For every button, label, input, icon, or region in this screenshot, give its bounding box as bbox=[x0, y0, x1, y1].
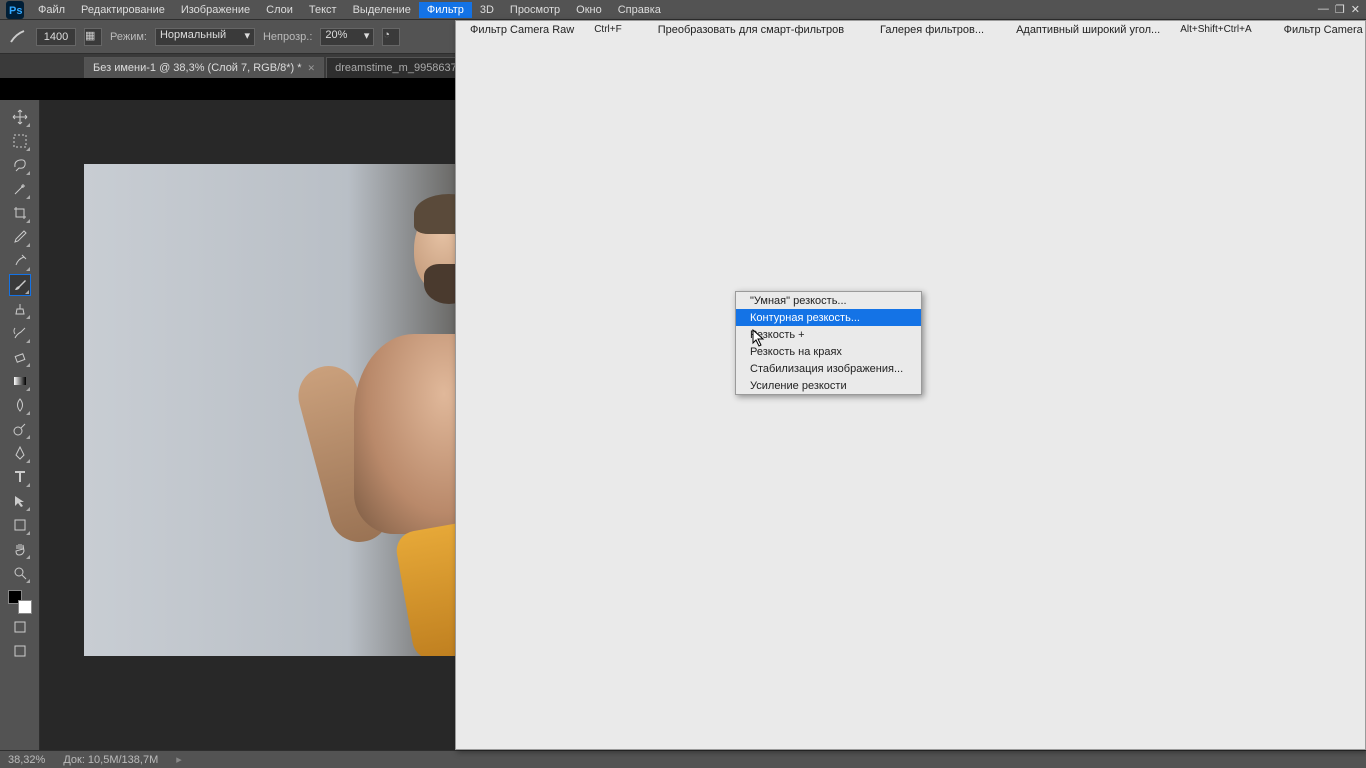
menu-выделение[interactable]: Выделение bbox=[345, 2, 419, 18]
menubar: Ps ФайлРедактированиеИзображениеСлоиТекс… bbox=[0, 0, 1366, 20]
menu-item[interactable]: Стабилизация изображения... bbox=[736, 360, 921, 377]
dodge-tool[interactable] bbox=[9, 418, 31, 440]
menu-item[interactable]: Резкость + bbox=[736, 326, 921, 343]
hand-tool[interactable] bbox=[9, 538, 31, 560]
pen-tool[interactable] bbox=[9, 442, 31, 464]
window-minimize[interactable]: — bbox=[1318, 3, 1329, 16]
path-select-tool[interactable] bbox=[9, 490, 31, 512]
status-bar: 38,32% Док: 10,5M/138,7M ▸ bbox=[0, 750, 1366, 768]
menu-item[interactable]: Преобразовать для смарт-фильтров bbox=[644, 21, 862, 38]
menu-item[interactable]: "Умная" резкость... bbox=[736, 292, 921, 309]
zoom-level[interactable]: 38,32% bbox=[8, 754, 45, 766]
svg-text:Ps: Ps bbox=[9, 5, 22, 17]
screenmode-toggle[interactable] bbox=[9, 640, 31, 662]
menu-окно[interactable]: Окно bbox=[568, 2, 610, 18]
menu-фильтр[interactable]: Фильтр bbox=[419, 2, 472, 18]
lasso-tool[interactable] bbox=[9, 154, 31, 176]
type-tool[interactable] bbox=[9, 466, 31, 488]
menu-редактирование[interactable]: Редактирование bbox=[73, 2, 173, 18]
eraser-tool[interactable] bbox=[9, 346, 31, 368]
shape-tool[interactable] bbox=[9, 514, 31, 536]
quickmask-toggle[interactable] bbox=[9, 616, 31, 638]
menu-item[interactable]: Резкость на краях bbox=[736, 343, 921, 360]
window-restore[interactable]: ❐ bbox=[1335, 3, 1345, 16]
wand-tool[interactable] bbox=[9, 178, 31, 200]
crop-tool[interactable] bbox=[9, 202, 31, 224]
window-close[interactable]: ✕ bbox=[1351, 3, 1360, 16]
menu-3d[interactable]: 3D bbox=[472, 2, 502, 18]
menu-item[interactable]: Контурная резкость... bbox=[736, 309, 921, 326]
doc-size-readout[interactable]: Док: 10,5M/138,7M bbox=[63, 754, 158, 766]
menu-файл[interactable]: Файл bbox=[30, 2, 73, 18]
menu-item[interactable]: Галерея фильтров... bbox=[866, 21, 1002, 38]
menu-справка[interactable]: Справка bbox=[610, 2, 669, 18]
menu-item[interactable]: Усиление резкости bbox=[736, 377, 921, 394]
healing-tool[interactable] bbox=[9, 250, 31, 272]
brush-tool[interactable] bbox=[9, 274, 31, 296]
menu-просмотр[interactable]: Просмотр bbox=[502, 2, 568, 18]
marquee-tool[interactable] bbox=[9, 130, 31, 152]
brush-size-input[interactable]: 1400 bbox=[36, 28, 76, 46]
tab-close-icon[interactable]: ✕ bbox=[308, 63, 316, 74]
tablet-pressure-icon[interactable]: ▦ bbox=[84, 28, 102, 46]
fg-bg-color[interactable] bbox=[8, 590, 32, 614]
tools-panel bbox=[0, 100, 40, 750]
menu-item[interactable]: Адаптивный широкий угол...Alt+Shift+Ctrl… bbox=[1002, 21, 1270, 38]
menu-item[interactable]: Фильтр Camera RawCtrl+F bbox=[456, 21, 640, 38]
menu-текст[interactable]: Текст bbox=[301, 2, 345, 18]
app-logo: Ps bbox=[6, 1, 24, 19]
gradient-tool[interactable] bbox=[9, 370, 31, 392]
opacity-label: Непрозр.: bbox=[263, 31, 312, 43]
menu-слои[interactable]: Слои bbox=[258, 2, 301, 18]
opacity-select[interactable]: 20% bbox=[320, 28, 374, 46]
blur-tool[interactable] bbox=[9, 394, 31, 416]
stamp-tool[interactable] bbox=[9, 298, 31, 320]
menu-изображение[interactable]: Изображение bbox=[173, 2, 258, 18]
menu-item[interactable]: Фильтр Camera Raw...Shift+Ctrl+A bbox=[1270, 21, 1366, 38]
move-tool[interactable] bbox=[9, 106, 31, 128]
sharpen-submenu-dropdown: "Умная" резкость...Контурная резкость...… bbox=[735, 291, 922, 395]
blend-mode-select[interactable]: Нормальный bbox=[155, 28, 255, 46]
opacity-pressure-icon[interactable]: ◔ bbox=[382, 28, 400, 46]
eyedropper-tool[interactable] bbox=[9, 226, 31, 248]
brush-preview-icon[interactable] bbox=[8, 28, 28, 46]
mode-label: Режим: bbox=[110, 31, 147, 43]
history-brush-tool[interactable] bbox=[9, 322, 31, 344]
document-tab[interactable]: Без имени-1 @ 38,3% (Слой 7, RGB/8*) *✕ bbox=[84, 57, 324, 78]
zoom-tool[interactable] bbox=[9, 562, 31, 584]
